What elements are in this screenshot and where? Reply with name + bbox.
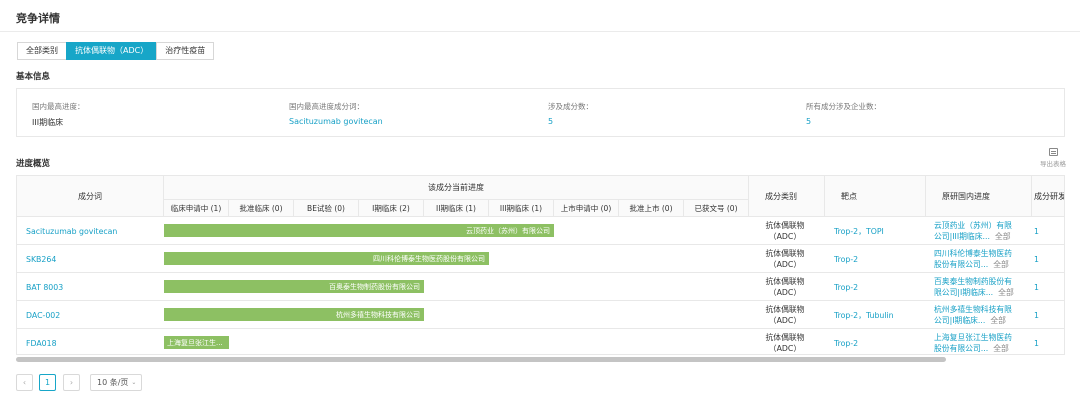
all-link[interactable]: 全部 (990, 316, 1006, 325)
research-count-link[interactable]: 1 (1034, 217, 1054, 245)
stage-header: 上市申请中 (0) (554, 200, 619, 217)
col-header-current-progress: 该成分当前进度 (164, 176, 749, 200)
component-link[interactable]: FDA018 (26, 329, 161, 354)
stage-header: BE试验 (0) (294, 200, 359, 217)
target-link[interactable]: Trop-2 (834, 329, 926, 354)
info-label: 涉及成分数： (548, 102, 593, 111)
all-link[interactable]: 全部 (995, 232, 1011, 241)
info-label: 国内最高进度： (32, 102, 85, 111)
stage-header: 批准临床 (0) (229, 200, 294, 217)
info-component-count: 涉及成分数： 5 (548, 101, 593, 126)
table-row: Sacituzumab govitecan 云顶药业（苏州）有限公司 抗体偶联物（A… (17, 217, 1064, 245)
page-1-button[interactable]: 1 (39, 374, 56, 391)
stage-header: 临床申请中 (1) (164, 200, 229, 217)
tab-adc[interactable]: 抗体偶联物（ADC） (66, 42, 158, 60)
component-link[interactable]: Sacituzumab govitecan (26, 217, 161, 245)
all-link[interactable]: 全部 (993, 344, 1009, 353)
target-link[interactable]: Trop-2，TOPI (834, 217, 926, 245)
chevron-down-icon: ⌄ (131, 379, 137, 386)
domestic-progress-link[interactable]: 四川科伦博泰生物医药 (934, 248, 1034, 259)
component-link[interactable]: DAC-002 (26, 301, 161, 329)
stage-header: 批准上市 (0) (619, 200, 684, 217)
component-link[interactable]: SKB264 (26, 245, 161, 273)
all-link[interactable]: 全部 (998, 288, 1014, 297)
category-cell: 抗体偶联物（ADC） (765, 333, 805, 353)
progress-table: 成分词 该成分当前进度 临床申请中 (1) 批准临床 (0) BE试验 (0) I期临… (16, 175, 1065, 355)
tab-all-categories[interactable]: 全部类别 (17, 42, 67, 60)
title-divider (0, 31, 1080, 32)
horizontal-scrollbar[interactable] (16, 357, 946, 362)
research-count-link[interactable]: 1 (1034, 245, 1054, 273)
info-company-count: 所有成分涉及企业数： 5 (806, 101, 881, 126)
category-cell: 抗体偶联物（ADC） (765, 249, 805, 269)
col-header-category: 成分类别 (749, 176, 825, 217)
page-size-select[interactable]: 10 条/页 ⌄ (90, 374, 142, 391)
stage-header: 已获文号 (0) (684, 200, 749, 217)
page-size-value: 10 条/页 (97, 378, 129, 387)
stage-header: III期临床 (1) (489, 200, 554, 217)
info-label: 所有成分涉及企业数： (806, 102, 881, 111)
progress-bar[interactable]: 杭州多禧生物科技有限公司 (164, 308, 424, 321)
table-row: DAC-002 杭州多禧生物科技有限公司 抗体偶联物（ADC） Trop-2，Tubu… (17, 301, 1064, 329)
prev-page-button[interactable]: ‹ (16, 374, 33, 391)
domestic-progress-link[interactable]: 股份有限公司... (934, 260, 988, 269)
page-title: 竞争详情 (16, 12, 60, 25)
domestic-progress-link[interactable]: 百奥泰生物制药股份有 (934, 276, 1034, 287)
target-link[interactable]: Trop-2 (834, 245, 926, 273)
domestic-progress-cell: 云顶药业（苏州）有限 公司|III期临床... 全部 (934, 217, 1034, 245)
progress-bar[interactable]: 百奥泰生物制药股份有限公司 (164, 280, 424, 293)
category-tabs: 全部类别 抗体偶联物（ADC） 治疗性疫苗 (17, 42, 215, 60)
category-cell: 抗体偶联物（ADC） (765, 305, 805, 325)
domestic-progress-cell: 杭州多禧生物科技有限 公司|I期临床... 全部 (934, 301, 1034, 329)
domestic-progress-link[interactable]: 上海复旦张江生物医药 (934, 332, 1034, 343)
col-header-component: 成分词 (17, 176, 164, 217)
domestic-progress-cell: 四川科伦博泰生物医药 股份有限公司... 全部 (934, 245, 1034, 273)
progress-bar[interactable]: 上海复旦张江生... (164, 336, 229, 349)
category-cell: 抗体偶联物（ADC） (765, 221, 805, 241)
basic-info-panel: 国内最高进度： III期临床 国内最高进度成分词： Sacituzumab go… (16, 88, 1065, 137)
progress-overview-title: 进度概览 (16, 159, 51, 169)
table-row: FDA018 上海复旦张江生... 抗体偶联物（ADC） Trop-2 上海复旦张江生物… (17, 329, 1064, 354)
progress-bar[interactable]: 云顶药业（苏州）有限公司 (164, 224, 554, 237)
tab-therapeutic-vaccine[interactable]: 治疗性疫苗 (156, 42, 215, 60)
research-count-link[interactable]: 1 (1034, 273, 1054, 301)
category-cell: 抗体偶联物（ADC） (765, 277, 805, 297)
table-export-icon (1048, 148, 1058, 156)
domestic-progress-link[interactable]: 限公司|I期临床... (934, 288, 993, 297)
target-link[interactable]: Trop-2 (834, 273, 926, 301)
info-highest-component: 国内最高进度成分词： Sacituzumab govitecan (289, 101, 383, 126)
info-value-link[interactable]: Sacituzumab govitecan (289, 117, 383, 126)
domestic-progress-link[interactable]: 公司|III期临床... (934, 232, 990, 241)
research-count-link[interactable]: 1 (1034, 329, 1054, 354)
domestic-progress-link[interactable]: 云顶药业（苏州）有限 (934, 220, 1034, 231)
progress-bar[interactable]: 四川科伦博泰生物医药股份有限公司 (164, 252, 489, 265)
info-value: III期临床 (32, 118, 64, 127)
info-value-link[interactable]: 5 (548, 117, 593, 126)
export-label: 导出表格 (1040, 160, 1066, 168)
domestic-progress-link[interactable]: 杭州多禧生物科技有限 (934, 304, 1034, 315)
basic-info-title: 基本信息 (16, 72, 51, 82)
component-link[interactable]: BAT 8003 (26, 273, 161, 301)
target-link[interactable]: Trop-2，Tubulin (834, 301, 926, 329)
domestic-progress-link[interactable]: 股份有限公司... (934, 344, 988, 353)
export-table-button[interactable]: 导出表格 (1038, 148, 1068, 168)
all-link[interactable]: 全部 (993, 260, 1009, 269)
info-highest-progress: 国内最高进度： III期临床 (32, 101, 85, 128)
stage-header: I期临床 (2) (359, 200, 424, 217)
table-row: BAT 8003 百奥泰生物制药股份有限公司 抗体偶联物（ADC） Trop-2 百奥泰… (17, 273, 1064, 301)
domestic-progress-cell: 百奥泰生物制药股份有 限公司|I期临床... 全部 (934, 273, 1034, 301)
domestic-progress-cell: 上海复旦张江生物医药 股份有限公司... 全部 (934, 329, 1034, 354)
col-header-domestic-progress: 原研国内进度 (926, 176, 1032, 217)
next-page-button[interactable]: › (63, 374, 80, 391)
col-header-target: 靶点 (825, 176, 926, 217)
domestic-progress-link[interactable]: 公司|I期临床... (934, 316, 985, 325)
col-header-research: 成分研发 (1032, 176, 1064, 217)
stage-header: II期临床 (1) (424, 200, 489, 217)
info-label: 国内最高进度成分词： (289, 102, 364, 111)
research-count-link[interactable]: 1 (1034, 301, 1054, 329)
info-value-link[interactable]: 5 (806, 117, 881, 126)
table-row: SKB264 四川科伦博泰生物医药股份有限公司 抗体偶联物（ADC） Trop-2 四川… (17, 245, 1064, 273)
